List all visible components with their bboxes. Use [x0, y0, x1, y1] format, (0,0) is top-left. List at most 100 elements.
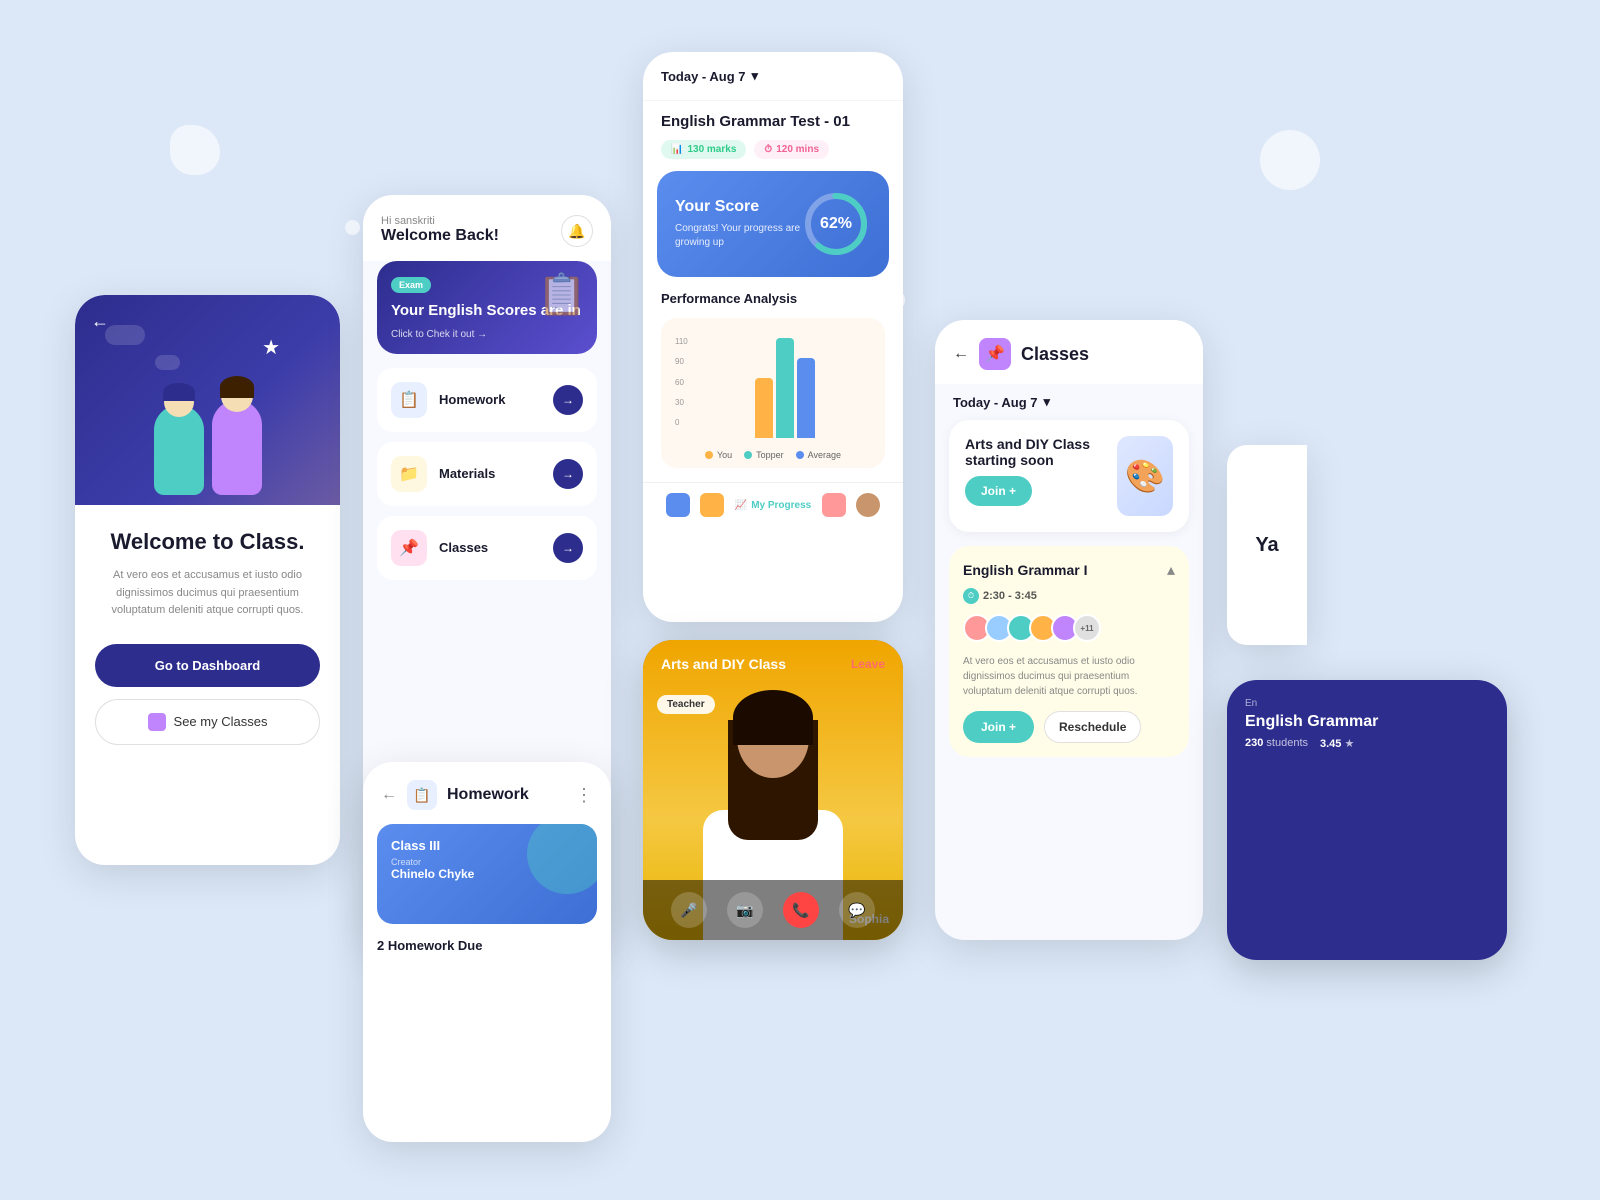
- test-nav-icon-1[interactable]: [666, 493, 690, 517]
- mute-button[interactable]: 🎤: [671, 892, 707, 928]
- progress-icon: 📈: [735, 500, 747, 511]
- y-axis-labels: 110 90 60 30 0: [675, 337, 688, 427]
- extra-avatars-count: +11: [1073, 614, 1101, 642]
- homework-icon-box: 📋: [407, 780, 437, 810]
- card-homework: ← 📋 Homework ⋮ Class III Creator Chinelo…: [363, 762, 611, 1142]
- eng-students: 230 students: [1245, 737, 1308, 750]
- you-legend-label: You: [717, 450, 732, 460]
- topper-legend-dot: [744, 451, 752, 459]
- character-illustration: [154, 400, 262, 505]
- test-nav-avatar[interactable]: [856, 493, 880, 517]
- exam-cta[interactable]: Click to Chek it out →: [391, 329, 583, 340]
- marks-badge: 📊 130 marks: [661, 140, 746, 159]
- my-progress-label: My Progress: [751, 500, 811, 511]
- my-progress-button[interactable]: 📈 My Progress: [735, 493, 811, 517]
- test-nav-icon-2[interactable]: [700, 493, 724, 517]
- welcome-title: Welcome to Class.: [111, 529, 305, 555]
- classes-menu-icon: 📌: [391, 530, 427, 566]
- grammar-join-button[interactable]: Join +: [963, 711, 1034, 743]
- homework-due: 2 Homework Due: [363, 938, 611, 967]
- chat-button[interactable]: 💬: [839, 892, 875, 928]
- classes-icon: [148, 713, 166, 731]
- classes-arrow[interactable]: →: [553, 533, 583, 563]
- greeting-sub: Hi sanskriti: [381, 215, 499, 227]
- grammar-time-badge: ⏱ 2:30 - 3:45: [963, 588, 1175, 604]
- chevron-up-icon: ▴: [1167, 560, 1175, 580]
- eng-rating: 3.45 ★: [1320, 737, 1354, 750]
- avg-bar: [797, 358, 815, 438]
- homework-title: Homework: [447, 786, 529, 804]
- you-bar: [755, 378, 773, 438]
- materials-menu-item[interactable]: 📁 Materials →: [377, 442, 597, 506]
- diy-join-button[interactable]: Join +: [965, 476, 1032, 506]
- you-legend: You: [705, 450, 732, 460]
- blob-2: [1260, 130, 1320, 190]
- card-teacher-video: Arts and DIY Class Leave Teacher Sophia …: [643, 640, 903, 940]
- topper-bar: [776, 338, 794, 438]
- camera-button[interactable]: 📷: [727, 892, 763, 928]
- grammar-description: At vero eos et accusamus et iusto odio d…: [963, 654, 1175, 699]
- score-info: Your Score Congrats! Your progress are g…: [675, 198, 801, 250]
- time-badge: ⏱ 120 mins: [754, 140, 829, 159]
- classes-header-icon: 📌: [979, 338, 1011, 370]
- exam-banner[interactable]: Exam Your English Scores are in Click to…: [377, 261, 597, 354]
- greeting-block: Hi sanskriti Welcome Back!: [381, 215, 499, 245]
- chart-legend: You Topper Average: [675, 450, 871, 460]
- homework-icon: 📋: [391, 382, 427, 418]
- blob-3: [345, 220, 360, 235]
- card-classes: ← 📌 Classes Today - Aug 7 ▾ Arts and DIY…: [935, 320, 1203, 940]
- end-call-button[interactable]: 📞: [783, 892, 819, 928]
- homework-class-card: Class III Creator Chinelo Chyke: [377, 824, 597, 924]
- bar-group: [755, 338, 815, 438]
- test-nav-icon-3[interactable]: [822, 493, 846, 517]
- notification-bell-button[interactable]: 🔔: [561, 215, 593, 247]
- homework-header: ← 📋 Homework ⋮: [363, 762, 611, 824]
- welcome-content: Welcome to Class. At vero eos et accusam…: [75, 505, 340, 865]
- diy-info: Arts and DIY Class starting soon Join +: [965, 436, 1117, 506]
- classes-header-title: Classes: [1021, 344, 1185, 365]
- test-date: Today - Aug 7 ▾: [661, 68, 758, 84]
- materials-arrow[interactable]: →: [553, 459, 583, 489]
- test-title-block: English Grammar Test - 01 📊 130 marks ⏱ …: [643, 101, 903, 171]
- score-percent: 62%: [820, 215, 852, 233]
- leave-button[interactable]: Leave: [851, 657, 885, 671]
- diy-class-card: Arts and DIY Class starting soon Join + …: [949, 420, 1189, 532]
- homework-back-button[interactable]: ←: [381, 786, 397, 804]
- card-test: Today - Aug 7 ▾ English Grammar Test - 0…: [643, 52, 903, 622]
- avg-legend: Average: [796, 450, 841, 460]
- homework-menu-item[interactable]: 📋 Homework →: [377, 368, 597, 432]
- video-controls: 🎤 📷 📞 💬: [643, 880, 903, 940]
- homework-arrow[interactable]: →: [553, 385, 583, 415]
- diy-title: Arts and DIY Class starting soon: [965, 436, 1117, 468]
- classes-menu-label: Classes: [439, 540, 488, 555]
- grammar-class-card: English Grammar I ▴ ⏱ 2:30 - 3:45 +11 At…: [949, 546, 1189, 757]
- card-english-grammar: En English Grammar 230 students 3.45 ★: [1227, 680, 1507, 960]
- score-label: Your Score: [675, 198, 801, 216]
- eng-stats: 230 students 3.45 ★: [1245, 737, 1489, 750]
- greeting-main: Welcome Back!: [381, 227, 499, 245]
- hw-decoration: [527, 824, 597, 894]
- eng-card-name: English Grammar: [1245, 713, 1489, 731]
- classes-menu-item[interactable]: 📌 Classes →: [377, 516, 597, 580]
- materials-label: Materials: [439, 466, 495, 481]
- blob-4: [885, 290, 905, 310]
- avg-legend-label: Average: [808, 450, 841, 460]
- you-legend-dot: [705, 451, 713, 459]
- ya-text: Ya: [1255, 534, 1278, 557]
- chevron-down-icon: ▾: [752, 68, 759, 84]
- more-options-button[interactable]: ⋮: [575, 785, 593, 806]
- avatars-row: +11: [963, 614, 1175, 642]
- test-bottom-nav: 📈 My Progress: [643, 482, 903, 527]
- card-welcome: ← ★ Welcome to Class. At vero eos et acc…: [75, 295, 340, 865]
- video-header: Arts and DIY Class Leave: [643, 640, 903, 688]
- chart-bars: [675, 332, 871, 442]
- time-dot-icon: ⏱: [963, 588, 979, 604]
- classes-back-button[interactable]: ←: [953, 345, 969, 363]
- blob-1: [170, 125, 220, 175]
- diy-illustration: 🎨: [1117, 436, 1173, 516]
- grammar-actions: Join + Reschedule: [963, 711, 1175, 743]
- go-to-dashboard-button[interactable]: Go to Dashboard: [95, 644, 320, 687]
- see-classes-button[interactable]: See my Classes: [95, 699, 320, 745]
- score-circle: 62%: [801, 189, 871, 259]
- reschedule-button[interactable]: Reschedule: [1044, 711, 1141, 743]
